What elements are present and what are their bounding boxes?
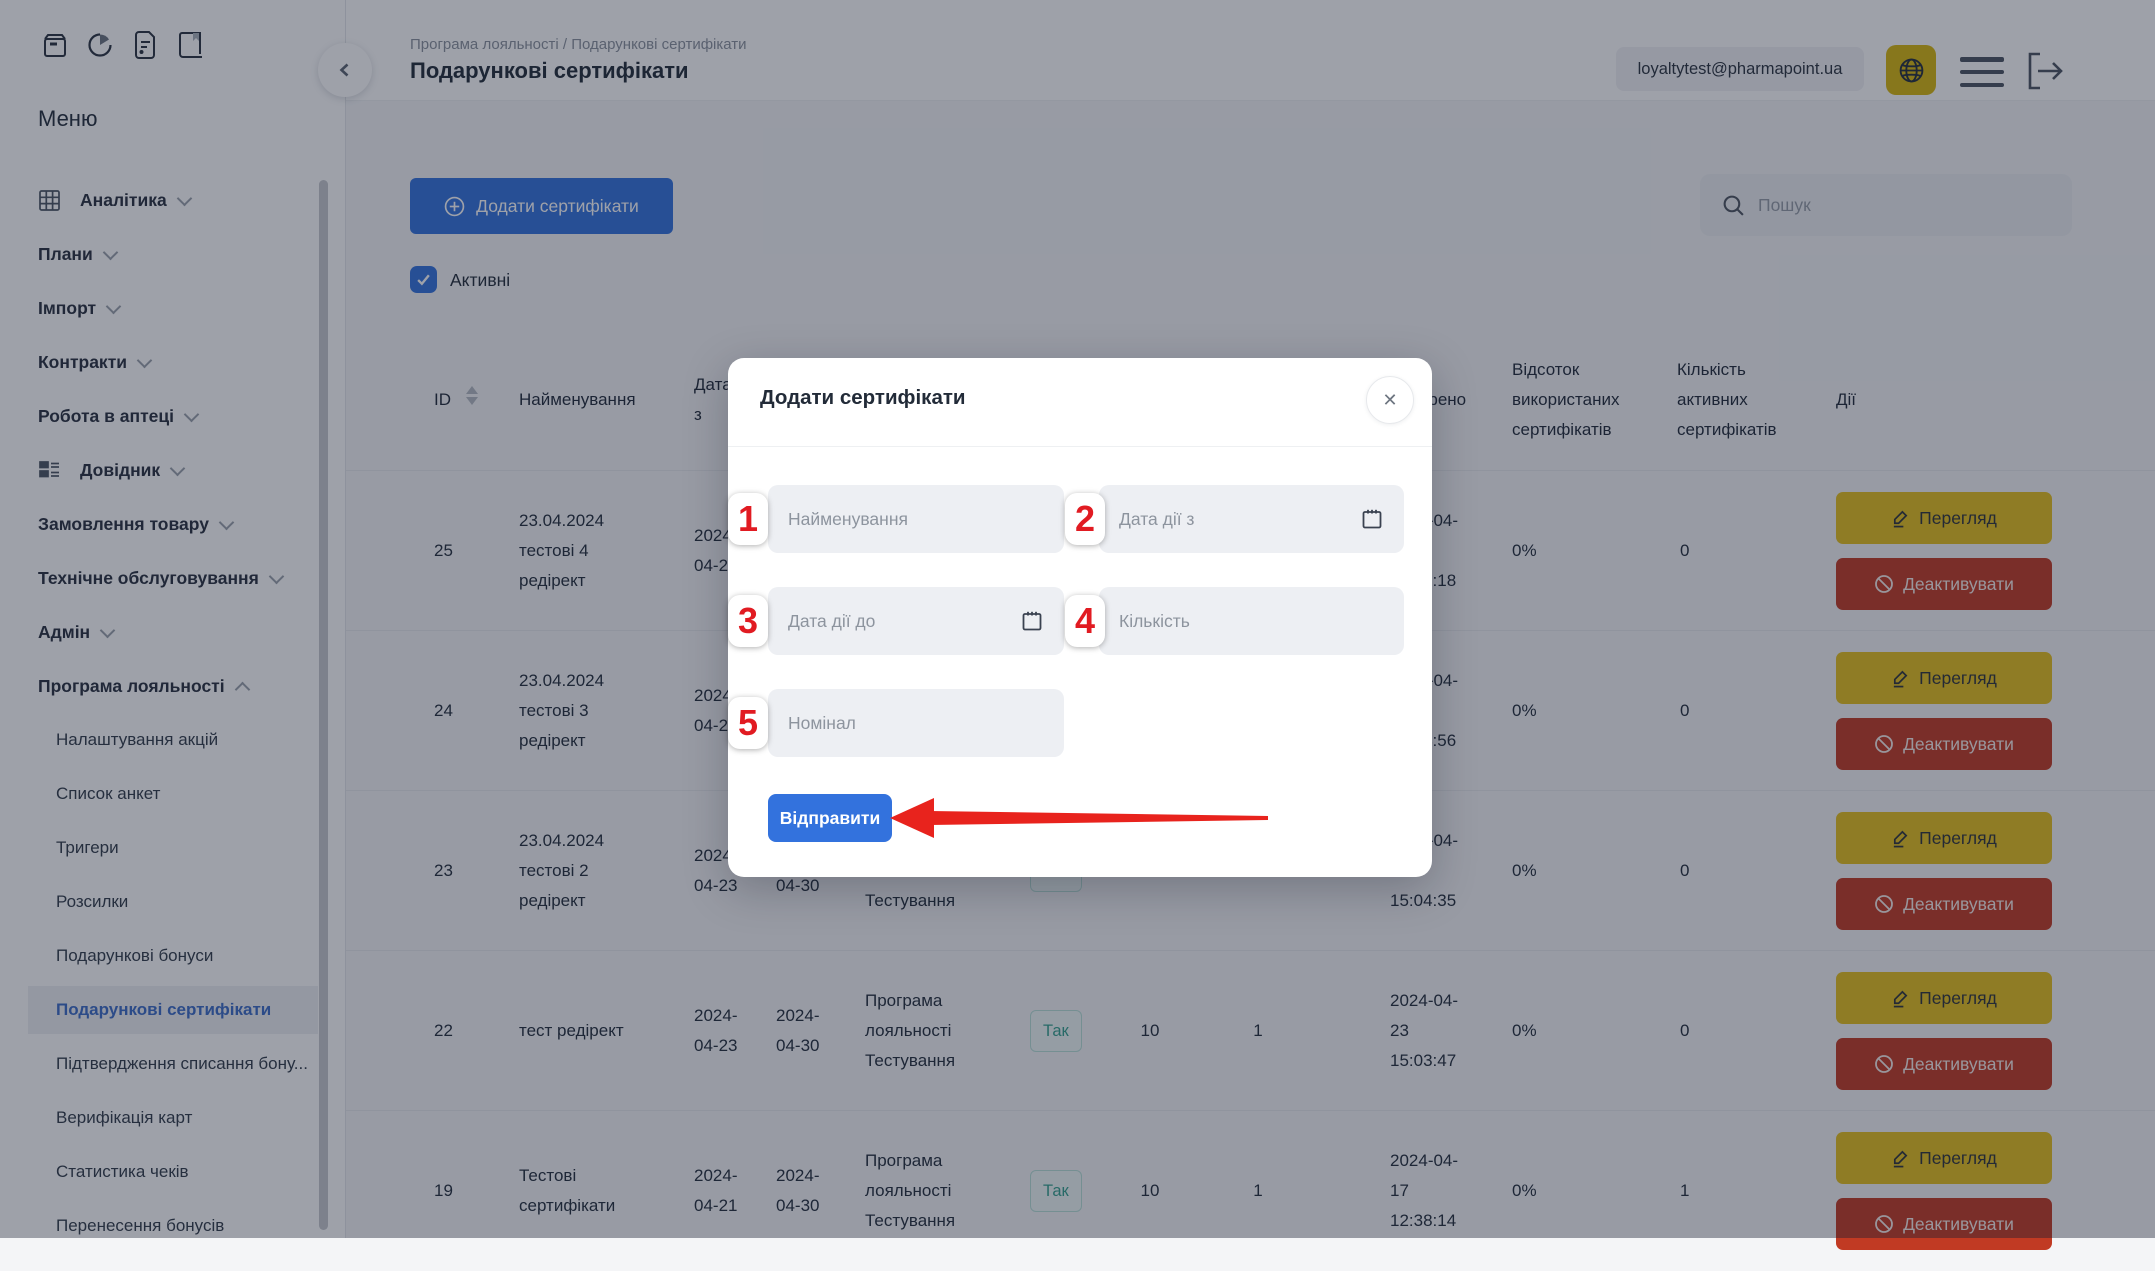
- annotation-number-5: 5: [728, 697, 768, 749]
- modal-input-field[interactable]: Дата дії з: [1099, 485, 1404, 553]
- field-placeholder: Найменування: [788, 509, 1044, 530]
- modal-input-field[interactable]: Кількість: [1099, 587, 1404, 655]
- modal-title: Додати сертифікати: [760, 386, 966, 410]
- modal-input-field[interactable]: Дата дії до: [768, 587, 1064, 655]
- annotation-number-4: 4: [1065, 595, 1105, 647]
- close-icon: ✕: [1382, 390, 1397, 411]
- annotation-number-3: 3: [728, 595, 768, 647]
- annotation-number-1: 1: [728, 493, 768, 545]
- field-placeholder: Кількість: [1119, 611, 1384, 632]
- calendar-icon[interactable]: [1360, 507, 1384, 531]
- field-placeholder: Номінал: [788, 713, 1044, 734]
- annotation-number-2: 2: [1065, 493, 1105, 545]
- field-placeholder: Дата дії з: [1119, 509, 1360, 530]
- field-placeholder: Дата дії до: [788, 611, 1020, 632]
- modal-divider: [728, 446, 1432, 447]
- modal-close-button[interactable]: ✕: [1366, 376, 1414, 424]
- submit-button[interactable]: Відправити: [768, 794, 892, 842]
- calendar-icon[interactable]: [1020, 609, 1044, 633]
- red-arrow-annotation: [890, 795, 1280, 841]
- modal-input-field[interactable]: Найменування: [768, 485, 1064, 553]
- modal-input-field[interactable]: Номінал: [768, 689, 1064, 757]
